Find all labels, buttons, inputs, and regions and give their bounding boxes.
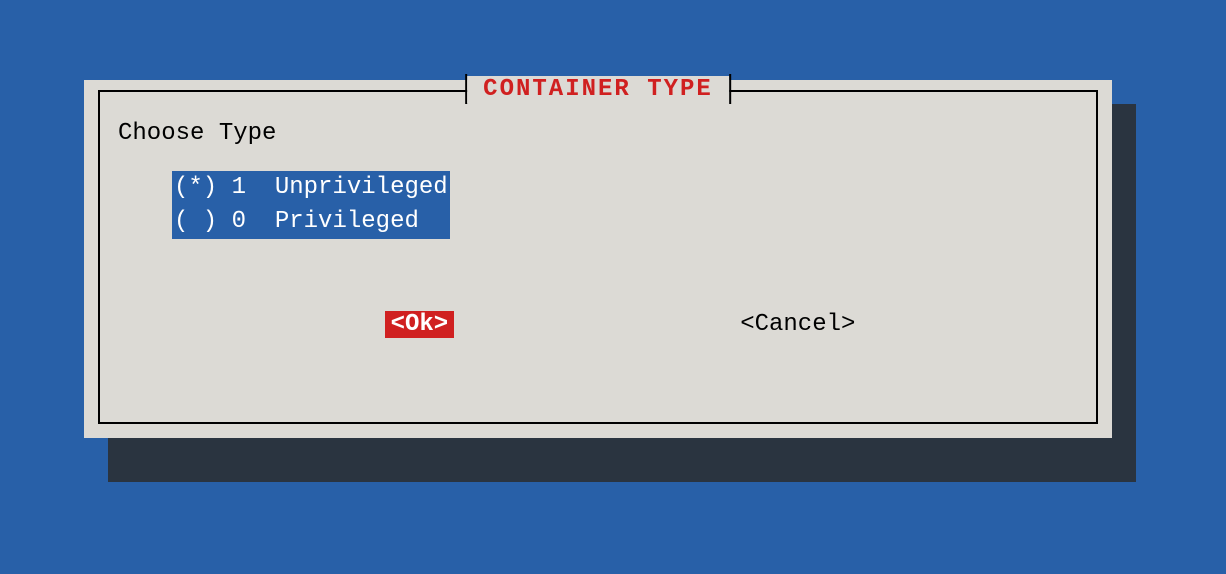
dialog-prompt: Choose Type — [118, 120, 1078, 147]
ok-button[interactable]: <Ok> — [385, 311, 455, 338]
cancel-button[interactable]: <Cancel> — [734, 311, 861, 338]
radio-mark: ( ) — [174, 208, 217, 235]
radio-label: Unprivileged — [275, 174, 448, 201]
dialog-title: CONTAINER TYPE — [467, 76, 729, 103]
dialog-title-wrap: CONTAINER TYPE — [465, 74, 731, 104]
radio-value: 1 — [232, 174, 246, 201]
radio-value: 0 — [232, 208, 246, 235]
dialog-border: CONTAINER TYPE Choose Type (*) 1 Unprivi… — [98, 90, 1098, 424]
radio-option-privileged[interactable]: ( ) 0 Privileged — [172, 205, 450, 239]
radio-mark: (*) — [174, 174, 217, 201]
radio-label: Privileged — [275, 208, 419, 235]
title-tick-right — [729, 74, 731, 104]
radio-list: (*) 1 Unprivileged ( ) 0 Privileged — [172, 171, 1078, 239]
button-row: <Ok> <Cancel> — [118, 311, 1078, 338]
dialog-window: CONTAINER TYPE Choose Type (*) 1 Unprivi… — [84, 80, 1112, 438]
radio-option-unprivileged[interactable]: (*) 1 Unprivileged — [172, 171, 450, 205]
